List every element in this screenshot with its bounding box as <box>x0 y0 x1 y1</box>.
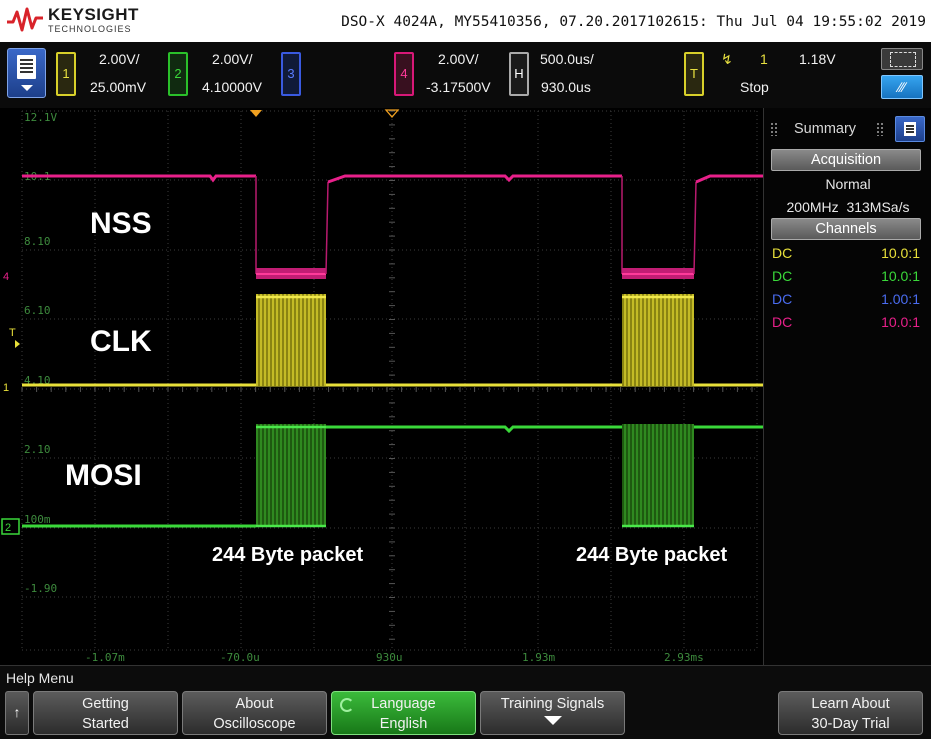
channel-2-offset[interactable]: 4.10000V <box>202 79 262 95</box>
coupling: DC <box>772 268 793 284</box>
x-label-4: 2.93ms <box>664 651 704 664</box>
mosi-label: MOSI <box>65 459 142 492</box>
summary-panel-header: Summary <box>764 112 931 144</box>
chevron-down-icon <box>543 716 562 725</box>
softkey-menu: Help Menu ↑ Getting Started About Oscill… <box>0 665 931 739</box>
summary-panel: Summary Acquisition Normal 200MHz 313MSa… <box>763 108 931 665</box>
coupling: DC <box>772 314 793 330</box>
horizontal-scale[interactable]: 500.0us/ <box>540 51 594 67</box>
y-label-3: 6.10 <box>24 304 51 317</box>
softkey-label-line1: Training Signals <box>500 696 605 712</box>
channel-bar: 1 2.00V/ 25.00mV 2 2.00V/ 4.10000V 3 4 2… <box>0 42 931 108</box>
zoom-box-button[interactable] <box>881 48 923 70</box>
coupling: DC <box>772 245 793 261</box>
channel-summary-row-3: DC 1.00:1 <box>772 291 920 313</box>
run-status: Stop <box>740 79 769 95</box>
trigger-source[interactable]: 1 <box>760 51 768 67</box>
auto-scale-button[interactable]: ∕∕∕ <box>881 75 923 99</box>
sample-rate: 313MSa/s <box>846 199 910 215</box>
menu-icon <box>17 55 36 79</box>
entry-knob-icon <box>340 698 354 712</box>
softkey-label-line2: 30-Day Trial <box>811 716 890 732</box>
x-label-2: 930u <box>376 651 403 664</box>
softkey-label-line2: Started <box>82 716 129 732</box>
channel-4-offset[interactable]: -3.17500V <box>426 79 491 95</box>
channel-summary-row-2: DC 10.0:1 <box>772 268 920 290</box>
acquisition-rates: 200MHz 313MSa/s <box>764 199 931 215</box>
channel-3-key[interactable]: 3 <box>281 52 301 96</box>
clk-label: CLK <box>90 325 152 358</box>
keysight-logo: KEYSIGHT TECHNOLOGIES <box>6 4 156 38</box>
trigger-edge-icon: ↯ <box>721 51 733 67</box>
chevron-down-icon <box>21 85 33 91</box>
channel-2-key[interactable]: 2 <box>168 52 188 96</box>
y-label-5: 2.10 <box>24 443 51 456</box>
acquisition-section-header: Acquisition <box>771 149 921 171</box>
summary-title: Summary <box>794 121 857 137</box>
device-info: DSO-X 4024A, MY55410356, 07.20.201710261… <box>341 14 926 30</box>
x-label-1: -70.0u <box>220 651 260 664</box>
channel-2-scale[interactable]: 2.00V/ <box>212 51 252 67</box>
probe-ratio: 10.0:1 <box>881 245 920 261</box>
menu-title: Help Menu <box>6 670 74 686</box>
learn-about-trial-button[interactable]: Learn About 30-Day Trial <box>778 691 923 735</box>
title-bar: KEYSIGHT TECHNOLOGIES DSO-X 4024A, MY554… <box>0 0 931 42</box>
main-menu-button[interactable] <box>7 48 46 98</box>
trigger-position-marker <box>250 110 262 117</box>
channel-summary-row-4: DC 10.0:1 <box>772 314 920 336</box>
packet-label-1: 244 Byte packet <box>212 544 364 566</box>
y-label-7: -1.90 <box>24 582 57 595</box>
probe-ratio: 10.0:1 <box>881 268 920 284</box>
training-signals-button[interactable]: Training Signals <box>480 691 625 735</box>
drag-handle-icon[interactable] <box>876 122 884 136</box>
softkey-label-line2: Oscilloscope <box>213 716 296 732</box>
y-label-6: 100m <box>24 513 51 526</box>
panel-menu-button[interactable] <box>895 116 925 142</box>
packet-label-2: 244 Byte packet <box>576 544 728 566</box>
horizontal-key[interactable]: H <box>509 52 529 96</box>
keysight-wave-icon <box>7 7 43 32</box>
drag-handle-icon[interactable] <box>770 122 778 136</box>
trigger-level-arrow-icon <box>15 340 20 348</box>
bandwidth: 200MHz <box>786 199 839 215</box>
channel-4-scale[interactable]: 2.00V/ <box>438 51 478 67</box>
language-button[interactable]: Language English <box>331 691 476 735</box>
y-label-2: 8.10 <box>24 235 51 248</box>
y-label-0: 12.1V <box>24 111 57 124</box>
brand-name: KEYSIGHT <box>48 5 139 24</box>
channel-1-offset[interactable]: 25.00mV <box>90 79 146 95</box>
softkey-label-line1: About <box>235 696 274 712</box>
waveform-graticule: 12.1V 10.1 8.10 6.10 4.10 2.10 100m -1.9… <box>1 109 763 664</box>
softkey-label-line2: English <box>379 716 428 732</box>
channels-section-header: Channels <box>771 218 921 240</box>
back-button[interactable]: ↑ <box>5 691 29 735</box>
channel-4-key[interactable]: 4 <box>394 52 414 96</box>
coupling: DC <box>772 291 793 307</box>
about-oscilloscope-button[interactable]: About Oscilloscope <box>182 691 327 735</box>
channel-1-ground-marker[interactable]: 1 <box>3 382 9 394</box>
acquisition-mode: Normal <box>825 176 871 192</box>
channel-1-scale[interactable]: 2.00V/ <box>99 51 139 67</box>
channel-summary-row-1: DC 10.0:1 <box>772 245 920 267</box>
channel-2-ground-marker[interactable]: 2 <box>5 522 11 534</box>
channel-1-key[interactable]: 1 <box>56 52 76 96</box>
nss-label: NSS <box>90 207 152 240</box>
getting-started-button[interactable]: Getting Started <box>33 691 178 735</box>
x-label-0: -1.07m <box>85 651 125 664</box>
channel-4-ground-marker[interactable]: 4 <box>3 271 9 283</box>
probe-ratio: 10.0:1 <box>881 314 920 330</box>
waveform-display[interactable]: 12.1V 10.1 8.10 6.10 4.10 2.10 100m -1.9… <box>0 108 763 665</box>
probe-ratio: 1.00:1 <box>881 291 920 307</box>
brand-subtitle: TECHNOLOGIES <box>48 24 132 34</box>
x-label-3: 1.93m <box>522 651 555 664</box>
softkey-label-line1: Learn About <box>811 696 890 712</box>
trigger-level-marker[interactable]: T <box>9 327 16 339</box>
softkey-label-line1: Getting <box>82 696 129 712</box>
horizontal-delay[interactable]: 930.0us <box>541 79 591 95</box>
trigger-level[interactable]: 1.18V <box>799 51 836 67</box>
trigger-key[interactable]: T <box>684 52 704 96</box>
